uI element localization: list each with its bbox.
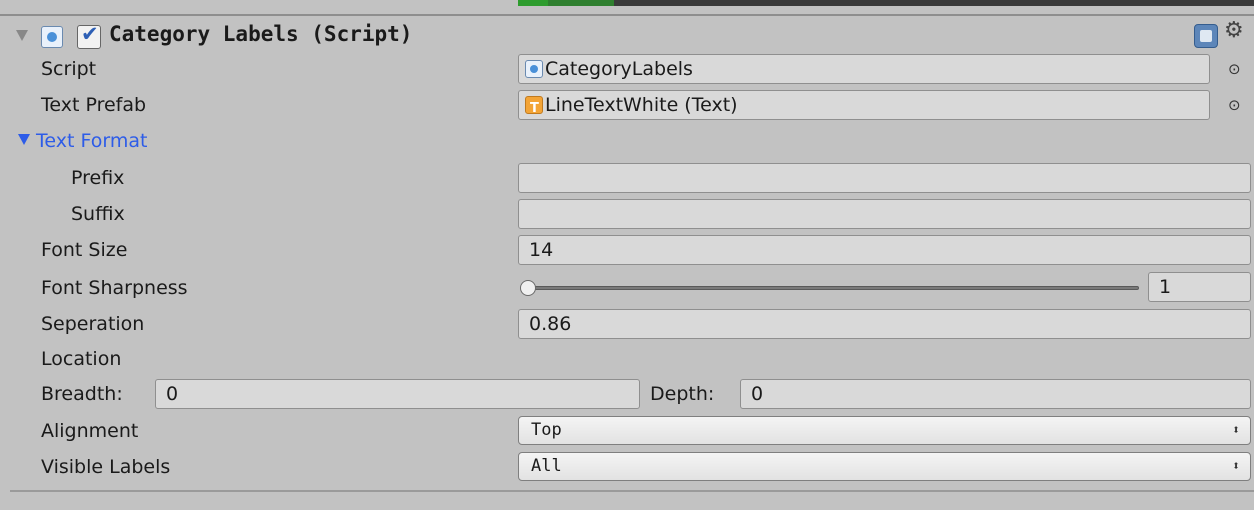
previous-progress-track	[518, 0, 1254, 6]
fold-open-triangle-icon	[18, 134, 30, 145]
fold-triangle-icon[interactable]	[16, 30, 28, 41]
font-sharpness-label: Font Sharpness	[41, 277, 188, 299]
csharp-script-icon	[525, 60, 543, 78]
prefix-label: Prefix	[71, 167, 125, 189]
text-prefab-label: Text Prefab	[41, 94, 147, 116]
location-label: Location	[41, 348, 122, 370]
breadth-input[interactable]: 0	[155, 379, 640, 409]
up-down-arrows-icon: ⬍	[1232, 459, 1240, 474]
font-sharpness-slider-thumb[interactable]	[520, 280, 536, 296]
text-prefab-value: LineTextWhite (Text)	[545, 94, 738, 116]
checkmark-icon: ✔	[81, 22, 99, 46]
previous-progress-fill	[518, 0, 548, 6]
visible-labels-dropdown[interactable]: All ⬍	[518, 452, 1251, 481]
script-label: Script	[41, 58, 97, 80]
alignment-value: Top	[531, 420, 562, 440]
script-object-field[interactable]: CategoryLabels	[518, 54, 1210, 84]
csharp-script-icon	[41, 26, 63, 48]
script-value: CategoryLabels	[545, 58, 693, 80]
text-format-label: Text Format	[36, 130, 148, 152]
text-component-icon	[525, 95, 543, 119]
component-title: Category Labels (Script)	[109, 22, 413, 46]
gear-icon[interactable]: ⚙	[1224, 18, 1244, 43]
breadth-label: Breadth:	[41, 383, 123, 405]
depth-label: Depth:	[650, 383, 715, 405]
seperation-label: Seperation	[41, 313, 145, 335]
help-book-icon[interactable]	[1194, 24, 1218, 48]
alignment-dropdown[interactable]: Top ⬍	[518, 416, 1251, 445]
text-prefab-object-field[interactable]: LineTextWhite (Text)	[518, 90, 1210, 120]
component-enabled-checkbox[interactable]: ✔	[77, 22, 101, 49]
component-bottom-divider	[10, 490, 1254, 492]
text-format-foldout[interactable]: Text Format	[18, 126, 147, 156]
visible-labels-value: All	[531, 456, 562, 476]
suffix-input[interactable]	[518, 199, 1251, 229]
visible-labels-label: Visible Labels	[41, 456, 171, 478]
seperation-input[interactable]: 0.86	[518, 309, 1251, 339]
alignment-label: Alignment	[41, 420, 139, 442]
object-picker-icon[interactable]: ⊙	[1228, 62, 1242, 77]
depth-input[interactable]: 0	[740, 379, 1251, 409]
prefix-input[interactable]	[518, 163, 1251, 193]
font-size-input[interactable]: 14	[518, 235, 1251, 265]
previous-progress-fill-dark	[548, 0, 614, 6]
font-size-label: Font Size	[41, 239, 128, 261]
object-picker-icon[interactable]: ⊙	[1228, 98, 1242, 113]
previous-component-edge	[0, 0, 1254, 16]
font-sharpness-slider-track[interactable]	[525, 286, 1139, 290]
suffix-label: Suffix	[71, 203, 125, 225]
font-sharpness-input[interactable]: 1	[1148, 272, 1251, 302]
up-down-arrows-icon: ⬍	[1232, 423, 1240, 438]
